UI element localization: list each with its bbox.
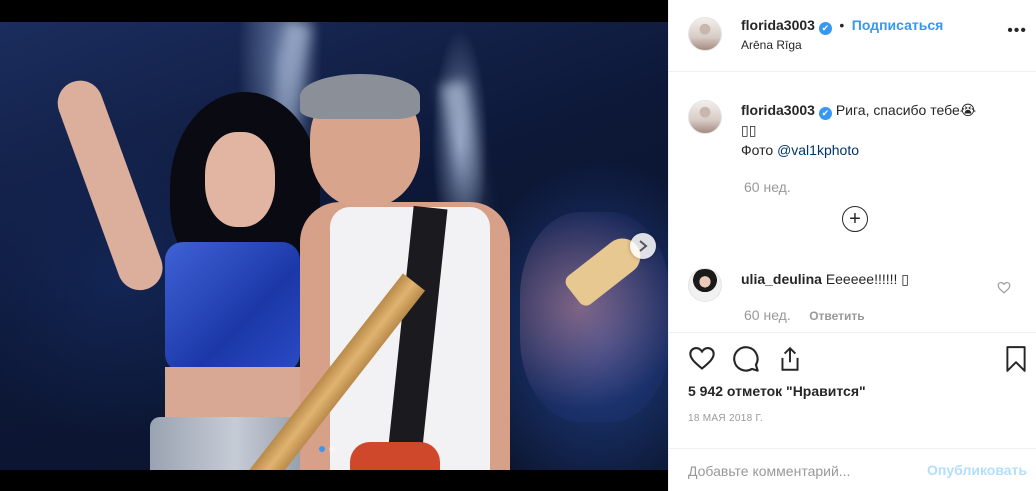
load-more-comments-button[interactable]: +: [842, 206, 868, 232]
likes-count[interactable]: 5 942 отметок "Нравится": [688, 383, 866, 399]
share-icon[interactable]: [777, 345, 803, 373]
add-comment-bar: Опубликовать: [669, 448, 1036, 491]
performer-right-hair: [300, 74, 420, 119]
guitar-body: [350, 442, 440, 470]
plus-icon: +: [849, 208, 861, 230]
caption-text-line2: ▯▯: [741, 122, 757, 138]
comments-area: florida3003 ✔ Рига, спасибо тебе😭 ▯▯ Фото…: [669, 72, 1036, 332]
commenter-avatar[interactable]: [688, 268, 722, 302]
header-title-row: florida3003 ✔ • Подписаться: [741, 17, 943, 35]
more-options-icon[interactable]: •••: [1007, 22, 1027, 40]
reply-button[interactable]: Ответить: [809, 309, 864, 323]
post-photo[interactable]: [0, 22, 668, 470]
instagram-post: florida3003 ✔ • Подписаться Arēna Rīga ••…: [0, 0, 1036, 491]
carousel-dot: [329, 446, 335, 452]
comment-input[interactable]: [688, 461, 928, 481]
performer-left-top: [165, 242, 300, 372]
caption-timestamp[interactable]: 60 нед.: [744, 179, 791, 195]
comment-meta: 60 нед. Ответить: [744, 307, 865, 325]
performer-left-face: [205, 132, 275, 227]
carousel-dots: [319, 446, 335, 452]
caption-username[interactable]: florida3003: [741, 102, 815, 118]
comment: ulia_deulina Eeeeee!!!!!! ▯: [741, 269, 981, 289]
comment-timestamp[interactable]: 60 нед.: [744, 307, 791, 323]
post-header: florida3003 ✔ • Подписаться Arēna Rīga ••…: [669, 0, 1036, 72]
header-separator: •: [839, 17, 845, 33]
performer-left-waist: [165, 367, 305, 422]
verified-badge-icon: ✔: [818, 107, 832, 120]
author-username[interactable]: florida3003: [741, 17, 815, 33]
caption-photo-prefix: Фото: [741, 142, 774, 158]
publish-button[interactable]: Опубликовать: [927, 462, 1027, 478]
caption: florida3003 ✔ Рига, спасибо тебе😭 ▯▯ Фото…: [741, 100, 1011, 160]
caption-author-avatar[interactable]: [688, 100, 722, 134]
post-sidebar: florida3003 ✔ • Подписаться Arēna Rīga ••…: [668, 0, 1036, 491]
caption-text: Рига, спасибо тебе😭: [835, 102, 977, 118]
carousel-dot-active: [319, 446, 325, 452]
post-actions: 5 942 отметок "Нравится" 18 мая 2018 г.: [669, 332, 1036, 455]
comment-bubble-icon[interactable]: [732, 345, 760, 373]
comment-like-heart-icon[interactable]: [997, 281, 1011, 294]
bookmark-icon[interactable]: [1005, 345, 1027, 373]
verified-badge-icon: ✔: [818, 22, 832, 35]
location-link[interactable]: Arēna Rīga: [741, 38, 802, 52]
post-date[interactable]: 18 мая 2018 г.: [688, 413, 763, 424]
like-heart-icon[interactable]: [688, 345, 716, 371]
comment-text: Eeeeee!!!!!! ▯: [825, 271, 910, 287]
chevron-right-icon: [639, 240, 648, 252]
author-avatar[interactable]: [688, 17, 722, 51]
comment-username[interactable]: ulia_deulina: [741, 271, 822, 287]
caption-mention-link[interactable]: @val1kphoto: [777, 142, 859, 158]
follow-button[interactable]: Подписаться: [852, 17, 944, 33]
carousel-next-button[interactable]: [630, 233, 656, 259]
